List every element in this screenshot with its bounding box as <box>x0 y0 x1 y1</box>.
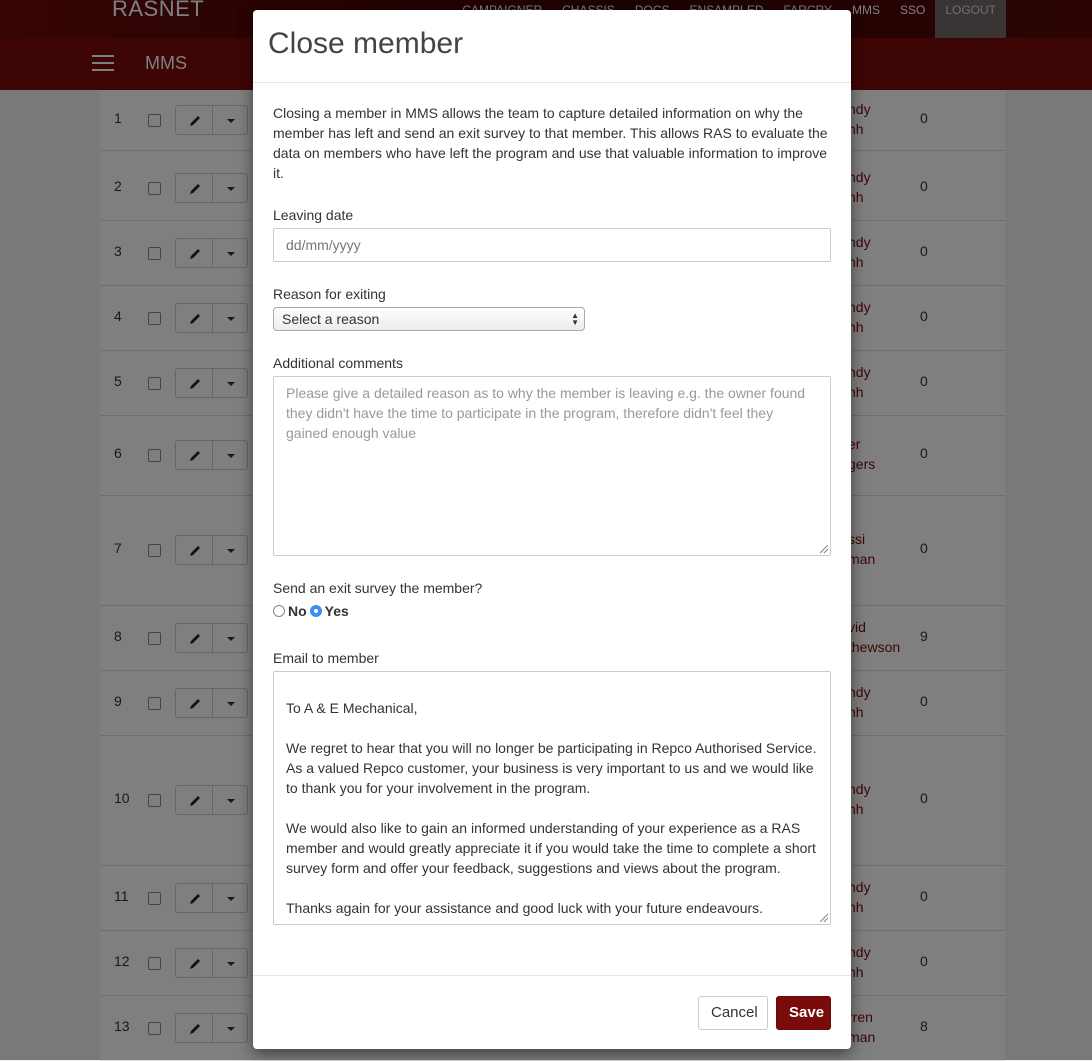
reason-label: Reason for exiting <box>273 286 386 302</box>
comments-textarea[interactable]: Please give a detailed reason as to why … <box>273 376 831 556</box>
survey-no-radio[interactable] <box>273 605 285 617</box>
reason-select-value: Select a reason <box>282 311 380 327</box>
save-button[interactable]: Save <box>776 996 831 1030</box>
modal-title: Close member <box>268 27 464 60</box>
survey-yes-radio[interactable] <box>309 605 322 617</box>
survey-no-label[interactable]: No <box>288 603 307 619</box>
modal-footer: Cancel Save <box>253 975 851 1050</box>
survey-label: Send an exit survey the member? <box>273 580 483 596</box>
modal-header: Close member <box>253 10 851 83</box>
leaving-date-input[interactable] <box>273 228 831 262</box>
cancel-button[interactable]: Cancel <box>698 996 768 1030</box>
reason-select[interactable]: Select a reason ▲ ▼ <box>273 307 585 331</box>
comments-placeholder: Please give a detailed reason as to why … <box>286 385 806 441</box>
select-arrows-icon: ▲ ▼ <box>571 311 579 327</box>
modal-body: Closing a member in MMS allows the team … <box>273 103 831 925</box>
survey-radio-group: No Yes <box>273 603 349 619</box>
resize-grip-icon[interactable] <box>820 545 828 553</box>
email-body: To A & E Mechanical, We regret to hear t… <box>286 700 817 916</box>
email-label: Email to member <box>273 650 379 666</box>
resize-grip-icon[interactable] <box>820 914 828 922</box>
email-textarea[interactable]: To A & E Mechanical, We regret to hear t… <box>273 671 831 925</box>
survey-yes-label[interactable]: Yes <box>325 603 349 619</box>
intro-text: Closing a member in MMS allows the team … <box>273 105 828 181</box>
comments-label: Additional comments <box>273 355 403 371</box>
close-member-modal: Close member Closing a member in MMS all… <box>253 10 851 1049</box>
leaving-date-label: Leaving date <box>273 207 354 223</box>
